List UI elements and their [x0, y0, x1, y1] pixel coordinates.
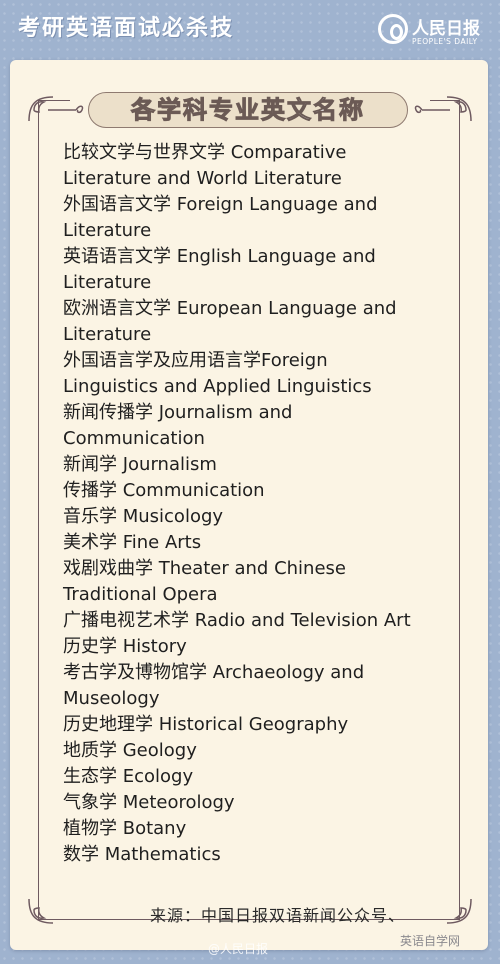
site-watermark: 英语自学网	[400, 934, 461, 948]
list-item: Literature	[63, 272, 152, 293]
logo-text: 人民日报	[412, 19, 480, 39]
list-item: 英语语言文学 English Language and	[63, 246, 376, 267]
list-item: 传播学 Communication	[63, 480, 265, 501]
list-item: Literature	[63, 324, 152, 345]
list-item: Communication	[63, 428, 205, 449]
flourish-icon	[414, 105, 450, 114]
list-item: 欧洲语言文学 European Language and	[63, 298, 397, 319]
flourish-icon	[48, 105, 84, 114]
card-title: 各学科专业英文名称	[131, 96, 365, 125]
logo-subtext: PEOPLE'S DAILY	[412, 37, 478, 46]
list-item: 美术学 Fine Arts	[63, 532, 202, 553]
page-title: 考研英语面试必杀技	[18, 16, 235, 41]
list-item: 新闻学 Journalism	[63, 454, 217, 475]
list-item: 外国语言文学 Foreign Language and	[63, 194, 378, 215]
list-item: 戏剧戏曲学 Theater and Chinese	[63, 558, 346, 579]
at-logo-icon	[378, 14, 408, 44]
list-item: 数学 Mathematics	[63, 844, 221, 865]
list-item: Linguistics and Applied Linguistics	[63, 376, 372, 397]
list-item: Literature	[63, 220, 152, 241]
list-item: Literature and World Literature	[63, 168, 342, 189]
list-item: 音乐学 Musicology	[63, 506, 224, 527]
list-item: 新闻传播学 Journalism and	[63, 402, 293, 423]
list-item: 考古学及博物馆学 Archaeology and	[63, 662, 365, 683]
list-item: 历史地理学 Historical Geography	[63, 714, 349, 735]
corner-ornament-icon	[446, 898, 472, 924]
weibo-watermark: @人民日报	[208, 942, 269, 956]
list-item: 历史学 History	[63, 636, 187, 657]
list-item: 地质学 Geology	[63, 740, 197, 761]
peoples-daily-logo: 人民日报 PEOPLE'S DAILY	[378, 8, 496, 54]
list-item: 气象学 Meteorology	[63, 792, 235, 813]
list-item: 植物学 Botany	[63, 818, 187, 839]
corner-ornament-icon	[28, 898, 54, 924]
list-item: 外国语言学及应用语言学Foreign	[63, 350, 328, 371]
list-item: 比较文学与世界文学 Comparative	[63, 142, 347, 163]
subject-list: 比较文学与世界文学 Comparative Literature and Wor…	[63, 140, 448, 868]
list-item: 广播电视艺术学 Radio and Television Art	[63, 610, 411, 631]
source-credit: 来源：中国日报双语新闻公众号、	[150, 906, 406, 925]
list-item: Traditional Opera	[63, 584, 218, 605]
list-item: 生态学 Ecology	[63, 766, 194, 787]
list-item: Museology	[63, 688, 160, 709]
